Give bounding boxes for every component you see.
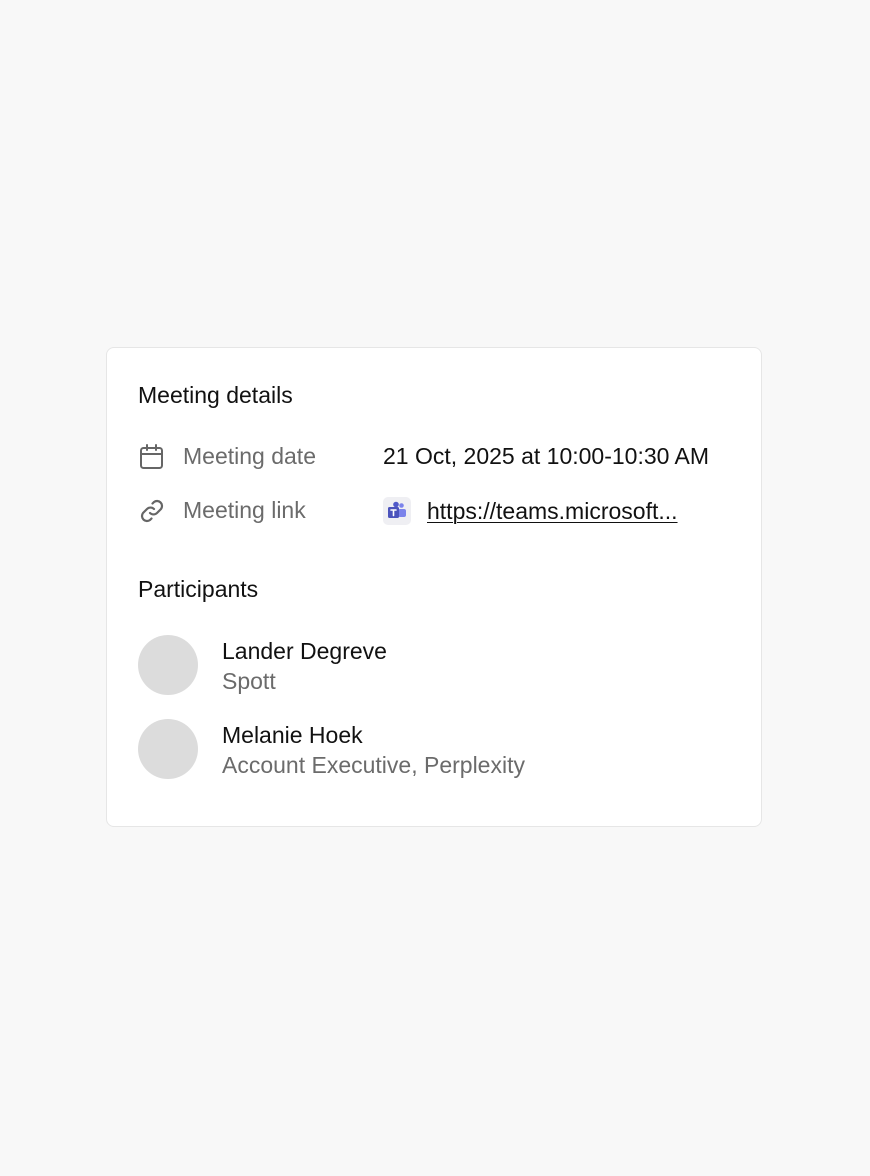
meeting-details-title: Meeting details bbox=[138, 382, 293, 408]
meeting-date-row: Meeting date 21 Oct, 2025 at 10:00-10:30… bbox=[138, 443, 758, 473]
meeting-date-value: 21 Oct, 2025 at 10:00-10:30 AM bbox=[383, 443, 710, 469]
participant-role: Account Executive, Perplexity bbox=[222, 752, 525, 778]
meeting-link-label: Meeting link bbox=[183, 497, 306, 523]
participant-role: Spott bbox=[222, 668, 276, 694]
participants-title: Participants bbox=[138, 576, 259, 602]
avatar bbox=[138, 719, 198, 779]
meeting-date-label: Meeting date bbox=[183, 443, 316, 469]
participant-name: Lander Degreve bbox=[222, 638, 387, 664]
participant-item[interactable]: Lander Degreve Spott bbox=[138, 635, 738, 697]
participant-name: Melanie Hoek bbox=[222, 722, 363, 748]
avatar bbox=[138, 635, 198, 695]
meeting-link-row: Meeting link https://teams.microsoft... bbox=[138, 497, 758, 527]
microsoft-teams-icon bbox=[383, 497, 411, 525]
participant-item[interactable]: Melanie Hoek Account Executive, Perplexi… bbox=[138, 719, 738, 781]
calendar-icon bbox=[138, 443, 166, 471]
meeting-link[interactable]: https://teams.microsoft... bbox=[427, 499, 678, 524]
meeting-details-card: Meeting details Meeting date 21 Oct, 202… bbox=[106, 347, 762, 827]
link-icon bbox=[138, 497, 166, 525]
